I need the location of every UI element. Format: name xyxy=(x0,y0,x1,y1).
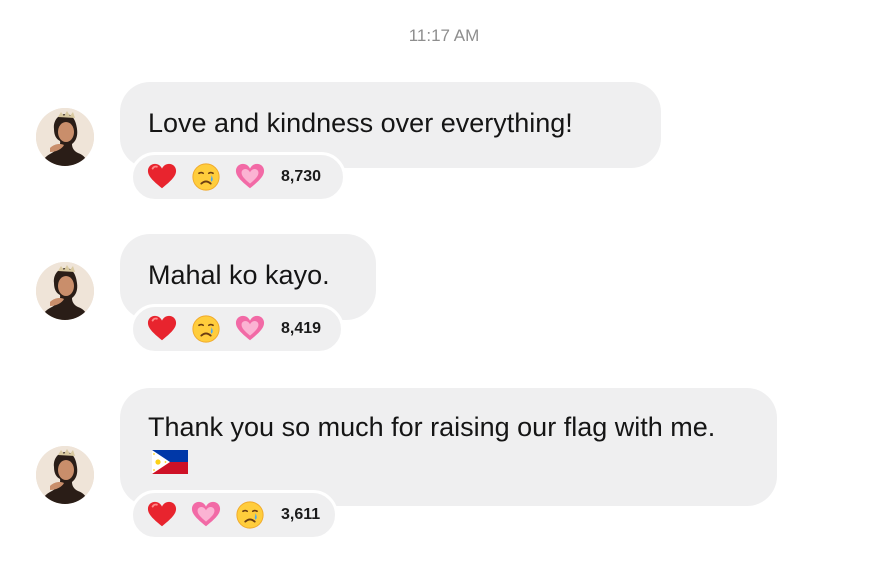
sender-avatar[interactable] xyxy=(36,446,94,504)
avatar-image xyxy=(36,108,94,166)
pink-heart-icon xyxy=(235,162,265,192)
reaction-count: 8,419 xyxy=(281,320,322,337)
crying-face-icon xyxy=(191,314,221,344)
message-text: Thank you so much for raising our flag w… xyxy=(148,412,716,442)
philippines-flag-icon xyxy=(152,446,188,484)
pink-heart-icon xyxy=(191,500,221,530)
message-bubble[interactable]: Thank you so much for raising our flag w… xyxy=(120,388,777,506)
reaction-count: 3,611 xyxy=(281,506,321,523)
crying-face-icon xyxy=(191,162,221,192)
reactions-bar[interactable]: 8,730 xyxy=(130,152,346,202)
sender-avatar[interactable] xyxy=(36,262,94,320)
message-text: Love and kindness over everything! xyxy=(148,108,573,138)
timestamp: 11:17 AM xyxy=(408,26,480,45)
red-heart-icon xyxy=(147,500,177,530)
crying-face-icon xyxy=(235,500,265,530)
message-text: Mahal ko kayo. xyxy=(148,260,330,290)
red-heart-icon xyxy=(147,162,177,192)
red-heart-icon xyxy=(147,314,177,344)
sender-avatar[interactable] xyxy=(36,108,94,166)
reactions-bar[interactable]: 8,419 xyxy=(130,304,344,354)
reactions-bar[interactable]: 3,611 xyxy=(130,490,338,540)
pink-heart-icon xyxy=(235,314,265,344)
reaction-count: 8,730 xyxy=(281,168,322,185)
avatar-image xyxy=(36,446,94,504)
avatar-image xyxy=(36,262,94,320)
